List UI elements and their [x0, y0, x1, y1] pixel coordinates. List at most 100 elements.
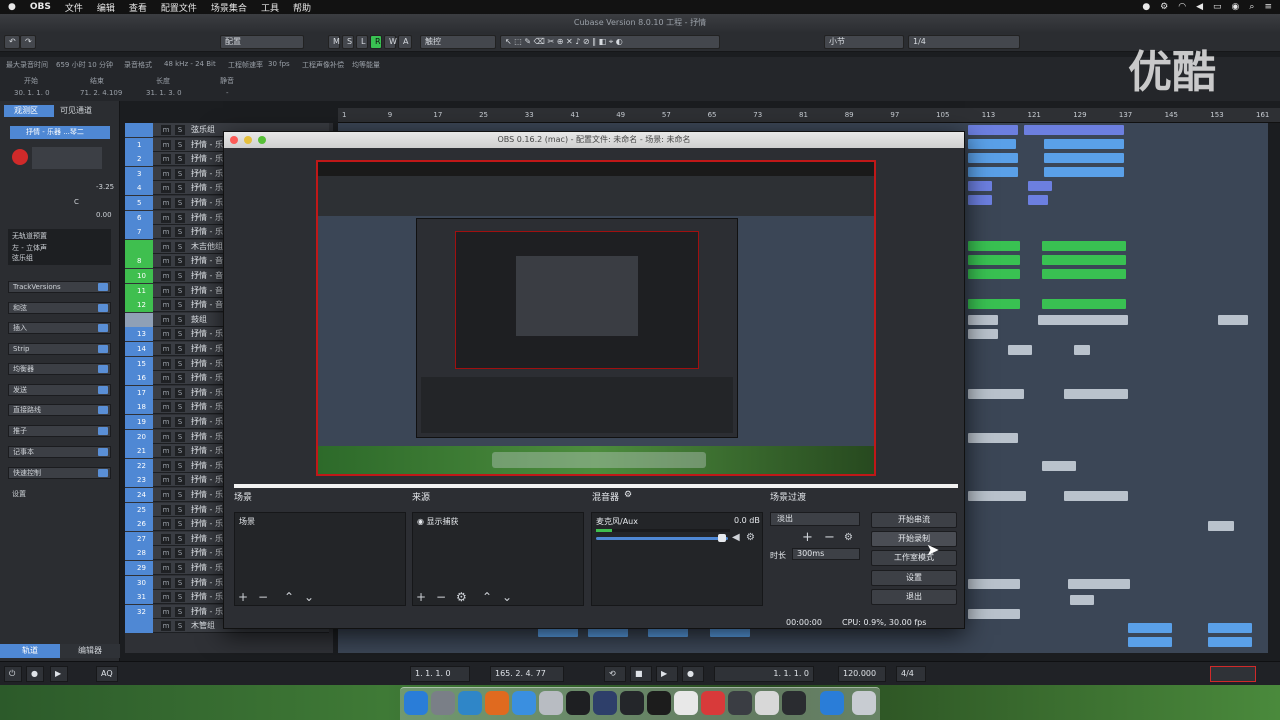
- track-mute-button[interactable]: m: [161, 212, 171, 223]
- menu-view[interactable]: 查看: [129, 1, 147, 14]
- event-clip[interactable]: [1008, 345, 1032, 355]
- event-clip[interactable]: [1208, 637, 1252, 647]
- studio-mode-button[interactable]: 工作室模式: [871, 550, 957, 566]
- inspector-track-name[interactable]: 抒情 - 乐器 ...琴二: [10, 126, 110, 139]
- track-solo-button[interactable]: S: [175, 125, 185, 135]
- event-clip[interactable]: [1208, 521, 1234, 531]
- mixer-gear-icon[interactable]: ⚙: [624, 490, 632, 500]
- track-mute-button[interactable]: m: [161, 387, 171, 398]
- track-solo-button[interactable]: S: [175, 314, 185, 325]
- power-icon[interactable]: ⏻: [4, 666, 22, 682]
- event-clip[interactable]: [1128, 623, 1172, 633]
- pan-value[interactable]: C: [74, 198, 79, 206]
- app-white-icon[interactable]: [755, 691, 779, 715]
- track-solo-button[interactable]: S: [175, 227, 185, 238]
- track-solo-button[interactable]: S: [175, 198, 185, 208]
- track-mute-button[interactable]: m: [161, 154, 171, 165]
- minimize-window-button[interactable]: [244, 136, 252, 144]
- track-mute-button[interactable]: m: [161, 533, 171, 544]
- mute-all-button[interactable]: M: [328, 35, 340, 49]
- volume-slider-handle[interactable]: [718, 534, 726, 542]
- event-clip[interactable]: [968, 389, 1024, 399]
- stop-button[interactable]: ■: [630, 666, 652, 682]
- volume-slider[interactable]: [596, 537, 728, 540]
- track-solo-button[interactable]: S: [175, 387, 185, 398]
- scene-item[interactable]: 场景: [235, 513, 405, 530]
- trash-icon[interactable]: [852, 691, 876, 715]
- event-clip[interactable]: [1128, 637, 1172, 647]
- track-mute-button[interactable]: m: [161, 183, 171, 194]
- play-icon[interactable]: ▶: [50, 666, 68, 682]
- tool-buttons[interactable]: ↖ ⬚ ✎ ⌫ ✂ ⊕ ✕ ♪ ⊘ ∥ ◧ ⌖ ◐: [500, 35, 720, 49]
- track-mute-button[interactable]: m: [161, 329, 171, 340]
- inspector-section-strip[interactable]: Strip: [8, 343, 111, 355]
- obs-dock-icon[interactable]: [782, 691, 806, 715]
- track-controls[interactable]: [32, 147, 102, 169]
- source-gear-icon[interactable]: ⚙: [456, 590, 467, 604]
- event-clip[interactable]: [968, 255, 1020, 265]
- redo-icon[interactable]: ↷: [20, 35, 36, 49]
- apple-icon[interactable]: ●: [8, 2, 16, 12]
- track-mute-button[interactable]: m: [161, 504, 171, 515]
- source-up-icon[interactable]: ⌃: [482, 590, 492, 604]
- track-solo-button[interactable]: S: [175, 271, 185, 281]
- remove-transition-icon[interactable]: −: [824, 530, 835, 545]
- track-solo-button[interactable]: S: [175, 256, 185, 267]
- automation-button[interactable]: A: [398, 35, 412, 49]
- tempo-display[interactable]: 120.000: [838, 666, 886, 682]
- inspector-section-trackversions[interactable]: TrackVersions: [8, 281, 111, 293]
- grid-type-select[interactable]: 小节: [824, 35, 904, 49]
- menu-tools[interactable]: 工具: [261, 1, 279, 14]
- automation-mode-select[interactable]: 触控: [420, 35, 496, 49]
- event-clip[interactable]: [968, 195, 992, 205]
- remove-scene-icon[interactable]: −: [258, 590, 268, 604]
- aq-icon[interactable]: AQ: [96, 666, 118, 682]
- track-solo-button[interactable]: S: [175, 606, 185, 617]
- routing-group[interactable]: 弦乐组: [8, 253, 111, 263]
- event-clip[interactable]: [968, 579, 1020, 589]
- track-solo-button[interactable]: S: [175, 475, 185, 486]
- scene-up-icon[interactable]: ⌃: [284, 590, 294, 604]
- zoom-window-button[interactable]: [258, 136, 266, 144]
- solo-all-button[interactable]: S: [342, 35, 354, 49]
- track-solo-button[interactable]: S: [175, 417, 185, 427]
- tab-editor[interactable]: 编辑器: [60, 644, 120, 658]
- track-mute-button[interactable]: m: [161, 300, 171, 311]
- event-clip[interactable]: [1042, 299, 1126, 309]
- track-mute-button[interactable]: m: [161, 271, 171, 281]
- event-clip[interactable]: [968, 315, 998, 325]
- write-button[interactable]: W: [384, 35, 397, 49]
- menu-profile[interactable]: 配置文件: [161, 1, 197, 14]
- event-clip[interactable]: [1042, 269, 1126, 279]
- event-clip[interactable]: [1028, 195, 1048, 205]
- menu-file[interactable]: 文件: [65, 1, 83, 14]
- position-display[interactable]: 1. 1. 1. 0: [714, 666, 814, 682]
- track-solo-button[interactable]: S: [175, 402, 185, 413]
- tab-inspector[interactable]: 观测区: [4, 105, 54, 117]
- event-clip[interactable]: [968, 139, 1016, 149]
- record-mode-icon[interactable]: ●: [26, 666, 44, 682]
- event-clip[interactable]: [968, 609, 1020, 619]
- inspector-section-eq[interactable]: 均衡器: [8, 363, 111, 375]
- track-solo-button[interactable]: S: [175, 212, 185, 223]
- event-clip[interactable]: [1044, 139, 1124, 149]
- track-mute-button[interactable]: m: [161, 460, 171, 471]
- track-solo-button[interactable]: S: [175, 621, 185, 632]
- finder-icon[interactable]: [404, 691, 428, 715]
- track-mute-button[interactable]: m: [161, 168, 171, 179]
- read-button[interactable]: R: [370, 35, 382, 49]
- track-solo-button[interactable]: S: [175, 329, 185, 340]
- track-solo-button[interactable]: S: [175, 300, 185, 311]
- track-solo-button[interactable]: S: [175, 154, 185, 165]
- track-solo-button[interactable]: S: [175, 446, 185, 457]
- start-streaming-button[interactable]: 开始串流: [871, 512, 957, 528]
- event-clip[interactable]: [1042, 461, 1076, 471]
- audio-app-icon[interactable]: [593, 691, 617, 715]
- track-mute-button[interactable]: m: [161, 563, 171, 573]
- track-mute-button[interactable]: m: [161, 314, 171, 325]
- routing-preset[interactable]: 无轨道预置: [8, 229, 111, 243]
- track-mute-button[interactable]: m: [161, 358, 171, 369]
- event-clip[interactable]: [968, 433, 1018, 443]
- right-locator[interactable]: 165. 2. 4. 77: [490, 666, 564, 682]
- event-clip[interactable]: [1074, 345, 1090, 355]
